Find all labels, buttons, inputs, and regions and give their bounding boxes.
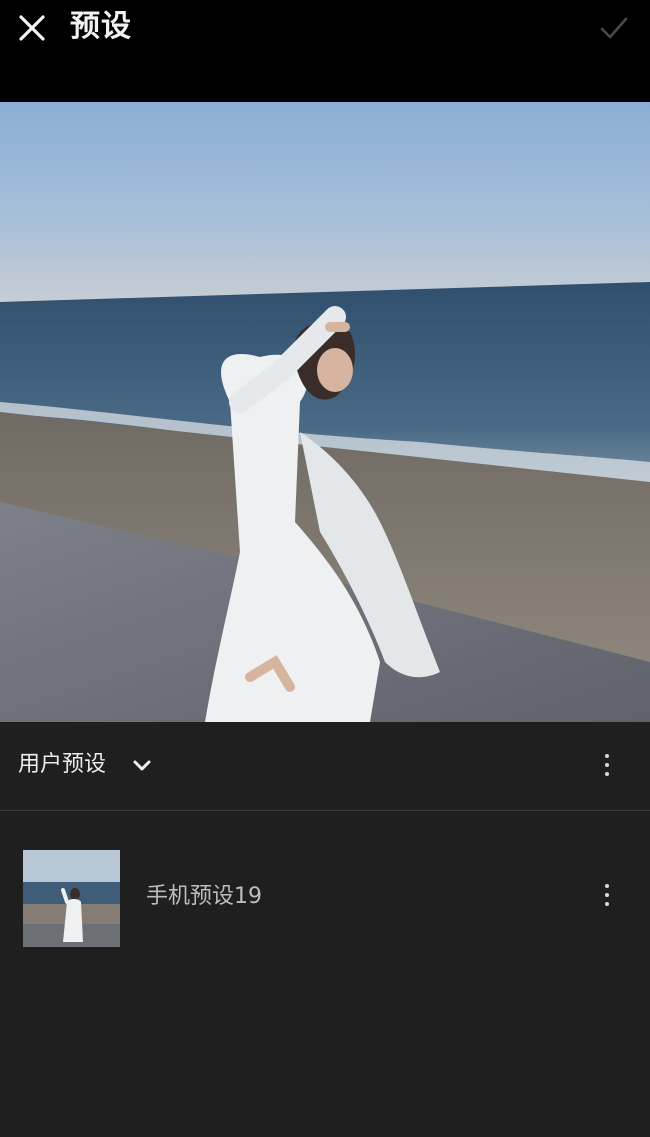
preset-thumbnail xyxy=(23,850,120,947)
check-icon[interactable] xyxy=(598,12,630,44)
preset-group-label: 用户预设 xyxy=(18,752,107,777)
preset-panel: 用户预设 手机预设19 xyxy=(0,722,650,1137)
top-bar: 预设 xyxy=(0,0,650,102)
close-icon[interactable] xyxy=(16,12,48,44)
preview-image xyxy=(0,102,650,722)
chevron-down-icon[interactable] xyxy=(132,758,152,774)
more-vertical-icon[interactable] xyxy=(597,884,617,912)
preset-item[interactable]: 手机预设19 xyxy=(0,832,650,952)
preset-name: 手机预设19 xyxy=(146,884,262,909)
preset-group-header[interactable]: 用户预设 xyxy=(0,722,650,811)
page-title: 预设 xyxy=(70,9,132,44)
more-vertical-icon[interactable] xyxy=(597,754,617,782)
